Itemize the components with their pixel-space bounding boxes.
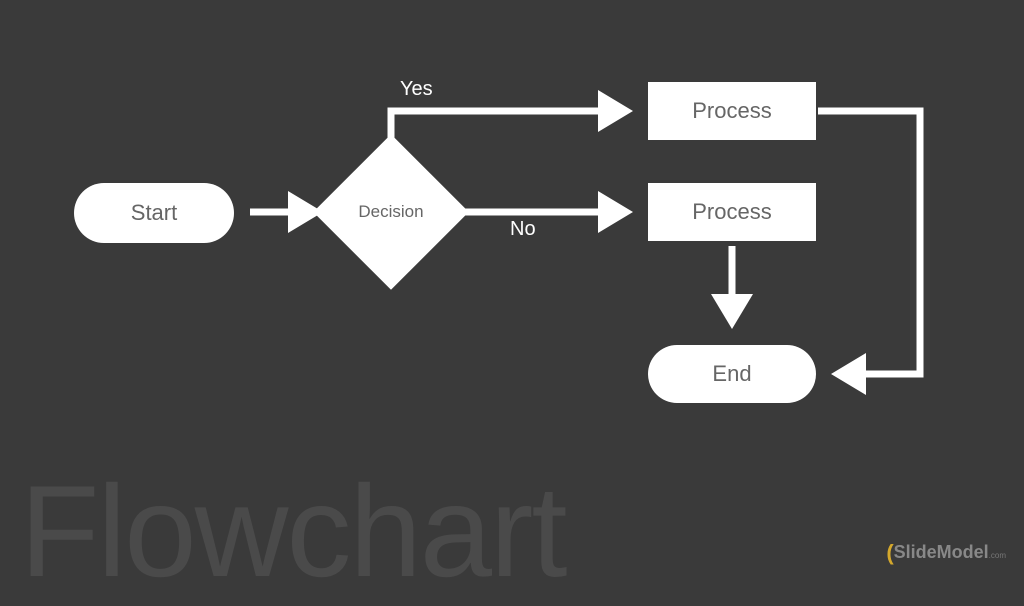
- process-no-label: Process: [692, 199, 771, 225]
- brand-logo: (SlideModel.com: [886, 540, 1006, 566]
- end-label: End: [712, 361, 751, 387]
- brand-accent-icon: (: [886, 540, 893, 565]
- decision-label: Decision: [358, 202, 423, 222]
- brand-suffix: .com: [989, 551, 1006, 560]
- flowchart-end-node: End: [648, 345, 816, 403]
- flowchart-connectors: [0, 0, 1024, 576]
- brand-name: SlideModel: [894, 542, 989, 562]
- flowchart-start-node: Start: [74, 183, 234, 243]
- flowchart-process-yes-node: Process: [648, 82, 816, 140]
- process-yes-label: Process: [692, 98, 771, 124]
- no-label: No: [510, 218, 536, 241]
- start-label: Start: [131, 200, 177, 226]
- flowchart-process-no-node: Process: [648, 183, 816, 241]
- flowchart-decision-node: Decision: [336, 157, 446, 267]
- yes-label: Yes: [400, 78, 433, 101]
